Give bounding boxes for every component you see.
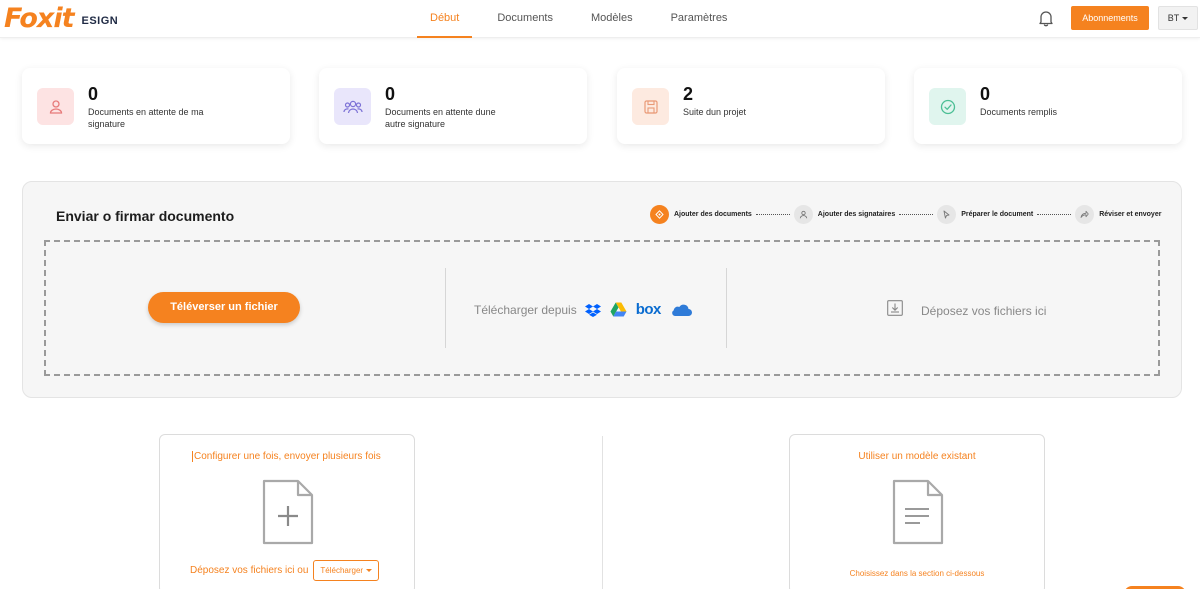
upload-dropdown-button[interactable]: Télécharger [313, 560, 380, 581]
logo-product: ESIGN [81, 15, 119, 27]
users-icon [334, 88, 371, 125]
pin-icon [650, 205, 669, 224]
stat-label: Documents en attente de ma signature [88, 107, 204, 129]
stat-label: Documents en attente dune autre signatur… [385, 107, 496, 129]
stat-card-awaiting-others[interactable]: 0 Documents en attente dune autre signat… [319, 68, 587, 144]
divider [726, 268, 727, 348]
chevron-down-icon [1182, 17, 1189, 21]
download-from-group: Télécharger depuis box [474, 301, 701, 318]
download-tray-icon [887, 300, 903, 321]
onedrive-icon[interactable] [670, 303, 692, 317]
stat-card-awaiting-me[interactable]: 0 Documents en attente de ma signature [22, 68, 290, 144]
stat-label: Suite dun projet [683, 107, 747, 117]
logo-brand: Foxit [4, 2, 74, 34]
download-from-label: Télécharger depuis [474, 302, 577, 317]
dropbox-icon[interactable] [584, 303, 601, 317]
top-navbar: Foxit ESIGN Début Documents Modèles Para… [0, 0, 1200, 38]
step-connector [899, 214, 934, 215]
stat-label: Documents remplis [980, 107, 1058, 117]
user-menu-button[interactable]: BT [1158, 6, 1198, 30]
divider [602, 436, 603, 589]
drop-files-group: Déposez vos fichiers ici [887, 300, 1046, 321]
save-icon [632, 88, 669, 125]
check-circle-icon [929, 88, 966, 125]
step-label: Ajouter des documents [674, 211, 752, 218]
step-label: Préparer le document [961, 211, 1034, 218]
nav-item-documents[interactable]: Documents [484, 0, 566, 38]
upload-dropdown-label: Télécharger [320, 566, 364, 575]
user-initials: BT [1167, 13, 1180, 23]
box-icon[interactable]: box [636, 301, 662, 318]
upload-file-button[interactable]: Téléverser un fichier [148, 292, 300, 323]
nav-item-modeles[interactable]: Modèles [578, 0, 646, 38]
configure-drop-line: Déposez vos fichiers ici ou Télécharger [190, 560, 380, 581]
add-document-icon [262, 479, 314, 550]
share-icon [1075, 205, 1095, 224]
stat-value: 0 [385, 84, 396, 104]
subscriptions-button[interactable]: Abonnements [1071, 6, 1149, 30]
step-add-signers: Ajouter des signataires [793, 205, 896, 224]
existing-template-card[interactable]: Utiliser un modèle existant Choisissez d… [789, 434, 1045, 589]
configure-template-title: Configurer une fois, envoyer plusieurs f… [192, 451, 381, 462]
panel-title: Enviar o firmar documento [56, 208, 235, 224]
main-nav: Début Documents Modèles Paramètres [417, 0, 740, 38]
divider [445, 268, 446, 348]
nav-item-parametres[interactable]: Paramètres [658, 0, 741, 38]
step-label: Réviser et envoyer [1099, 211, 1162, 218]
bell-icon[interactable] [1037, 9, 1055, 27]
step-label: Ajouter des signataires [817, 211, 896, 218]
step-review-send: Réviser et envoyer [1075, 205, 1161, 224]
existing-template-hint: Choisissez dans la section ci-dessous [849, 569, 985, 578]
stat-value: 0 [88, 84, 99, 104]
foxit-esign-logo[interactable]: Foxit ESIGN [4, 2, 118, 34]
step-add-documents: Ajouter des documents [650, 205, 752, 224]
stat-card-completed[interactable]: 0 Documents remplis [914, 68, 1182, 144]
send-sign-panel: Enviar o firmar documento Ajouter des do… [22, 181, 1182, 398]
file-dropzone[interactable]: Téléverser un fichier Télécharger depuis… [44, 240, 1160, 376]
configure-template-card[interactable]: Configurer une fois, envoyer plusieurs f… [159, 434, 415, 589]
user-icon [37, 88, 74, 125]
step-connector [1037, 214, 1072, 215]
stat-value: 2 [683, 84, 694, 104]
configure-drop-label: Déposez vos fichiers ici ou [190, 565, 309, 576]
google-drive-icon[interactable] [610, 302, 627, 317]
cursor-icon [937, 205, 957, 224]
step-prepare-document: Préparer le document [937, 205, 1033, 224]
document-icon [892, 479, 944, 550]
chevron-down-icon [366, 569, 373, 573]
stat-value: 0 [980, 84, 991, 104]
step-connector [755, 214, 790, 215]
existing-template-title: Utiliser un modèle existant [858, 451, 976, 462]
user-icon [793, 205, 813, 224]
nav-item-debut[interactable]: Début [417, 0, 473, 38]
stat-card-drafts[interactable]: 2 Suite dun projet [617, 68, 885, 144]
drop-files-label: Déposez vos fichiers ici [921, 303, 1047, 318]
progress-steps: Ajouter des documents Ajouter des signat… [650, 205, 1161, 224]
